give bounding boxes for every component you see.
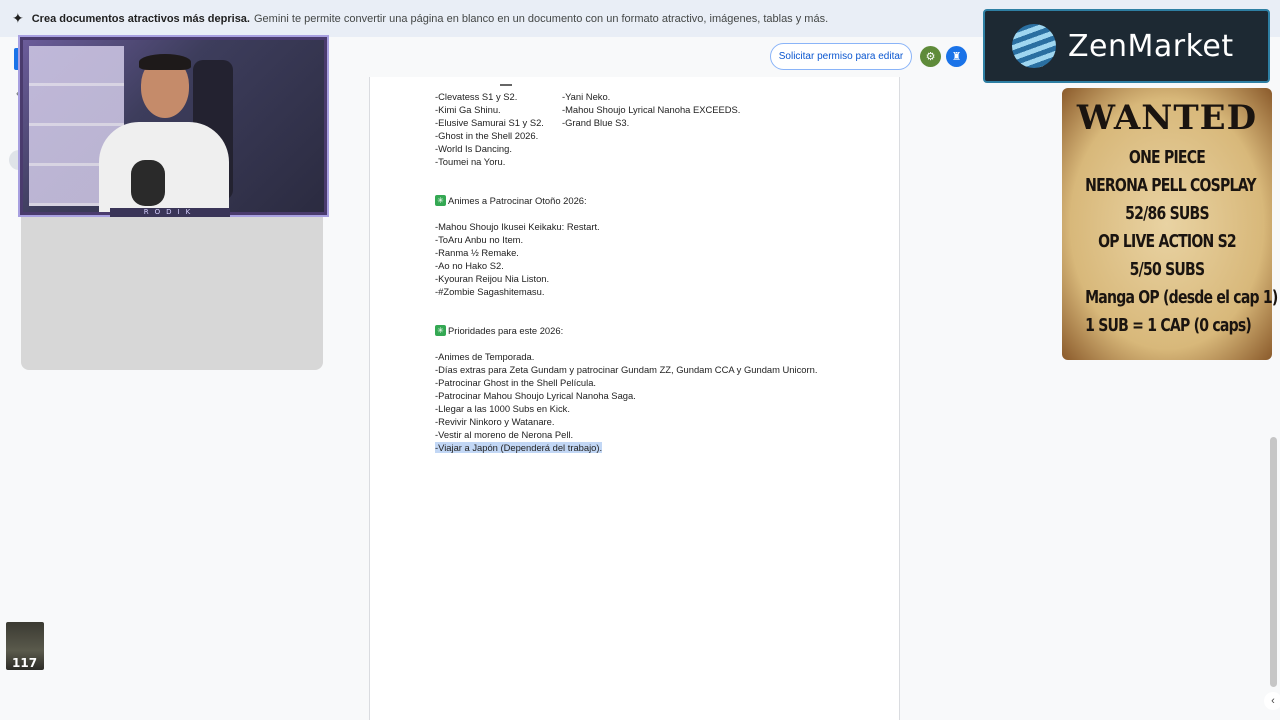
wanted-poster: WANTED ONE PIECE NERONA PELL COSPLAY 52/… (1062, 88, 1278, 360)
selected-list-item[interactable]: -Viajar a Japón (Dependerá del trabajo). (435, 442, 603, 453)
partial-line (500, 84, 512, 86)
wanted-line: 5/50 SUBS (1129, 259, 1205, 280)
banner-bold-text: Crea documentos atractivos más deprisa. (31, 12, 250, 25)
request-edit-button[interactable]: Solicitar permiso para editar (770, 43, 912, 70)
list-item: -Ao no Hako S2. (435, 260, 504, 271)
list-row: -Clevatess S1 y S2. -Yani Neko. (435, 90, 875, 103)
list-item: -Patrocinar Mahou Shoujo Lyrical Nanoha … (435, 390, 636, 401)
viewer-avatar-label: 117 (12, 656, 38, 670)
check-mark-icon: ✳ (435, 325, 446, 336)
gemini-sparkle-icon: ✦ (12, 10, 24, 26)
streamer-hair (139, 54, 191, 70)
section-heading-priorities: ✳ Prioridades para este 2026: (435, 324, 875, 337)
list-item: -World Is Dancing. (435, 143, 512, 154)
list-item: -Llegar a las 1000 Subs en Kick. (435, 403, 570, 414)
list-item: -Días extras para Zeta Gundam y patrocin… (435, 364, 818, 375)
list-item: -#Zombie Sagashitemasu. (435, 286, 545, 297)
list-item: -Mahou Shoujo Ikusei Keikaku: Restart. (435, 221, 600, 232)
section-heading-autumn: ✳ Animes a Patrocinar Otoño 2026: (435, 194, 875, 207)
check-mark-icon: ✳ (435, 195, 446, 206)
list-item: -Vestir al moreno de Nerona Pell. (435, 429, 574, 440)
zenmarket-brand: ZenMarket (1068, 28, 1234, 64)
wanted-line: Manga OP (desde el cap 1) (1085, 287, 1278, 308)
list-item: -Grand Blue S3. (562, 117, 630, 128)
list-item: -Yani Neko. (562, 91, 611, 102)
list-row: -Elusive Samurai S1 y S2. -Grand Blue S3… (435, 116, 875, 129)
list-item: -Ghost in the Shell 2026. (435, 130, 539, 141)
list-item: -Animes de Temporada. (435, 351, 535, 362)
document-body[interactable]: -Clevatess S1 y S2. -Yani Neko. -Kimi Ga… (435, 84, 875, 454)
zenmarket-sponsor-badge: ZenMarket (983, 9, 1270, 83)
zenmarket-logo-icon (1012, 24, 1056, 68)
wanted-line: OP LIVE ACTION S2 (1098, 231, 1237, 252)
list-item: -Clevatess S1 y S2. (435, 91, 518, 102)
list-item: -Patrocinar Ghost in the Shell Película. (435, 377, 597, 388)
list-item: -Kyouran Reijou Nia Liston. (435, 273, 550, 284)
side-panel (21, 200, 323, 370)
list-row: -Kimi Ga Shinu. -Mahou Shoujo Lyrical Na… (435, 103, 875, 116)
list-item: -ToAru Anbu no Item. (435, 234, 524, 245)
list-item: -Kimi Ga Shinu. (435, 104, 501, 115)
wanted-line: 52/86 SUBS (1125, 203, 1209, 224)
section-heading-text: Prioridades para este 2026: (448, 325, 564, 336)
list-item: -Revivir Ninkoro y Watanare. (435, 416, 555, 427)
document-page[interactable]: -Clevatess S1 y S2. -Yani Neko. -Kimi Ga… (369, 77, 900, 720)
scroll-chevron-icon[interactable]: ‹ (1264, 692, 1280, 710)
wanted-line: ONE PIECE (1128, 147, 1206, 168)
vertical-scrollbar[interactable] (1270, 437, 1277, 687)
wanted-line: 1 SUB = 1 CAP (0 caps) (1085, 315, 1252, 336)
list-item: -Mahou Shoujo Lyrical Nanoha EXCEEDS. (562, 104, 741, 115)
microphone-icon (131, 160, 165, 206)
wanted-title: WANTED (1076, 98, 1258, 138)
wanted-line: NERONA PELL COSPLAY (1085, 175, 1256, 196)
banner-text: Gemini te permite convertir una página e… (253, 12, 829, 25)
list-item: -Toumei na Yoru. (435, 156, 506, 167)
list-item: -Ranma ½ Remake. (435, 247, 519, 258)
user-avatar-icon[interactable]: ⚙ (920, 46, 941, 67)
webcam-overlay (20, 37, 327, 215)
section-heading-text: Animes a Patrocinar Otoño 2026: (448, 195, 587, 206)
account-avatar-icon[interactable]: ♜ (946, 46, 967, 67)
list-item: -Elusive Samurai S1 y S2. (435, 117, 544, 128)
webcam-name-label: RODIK (110, 208, 230, 217)
